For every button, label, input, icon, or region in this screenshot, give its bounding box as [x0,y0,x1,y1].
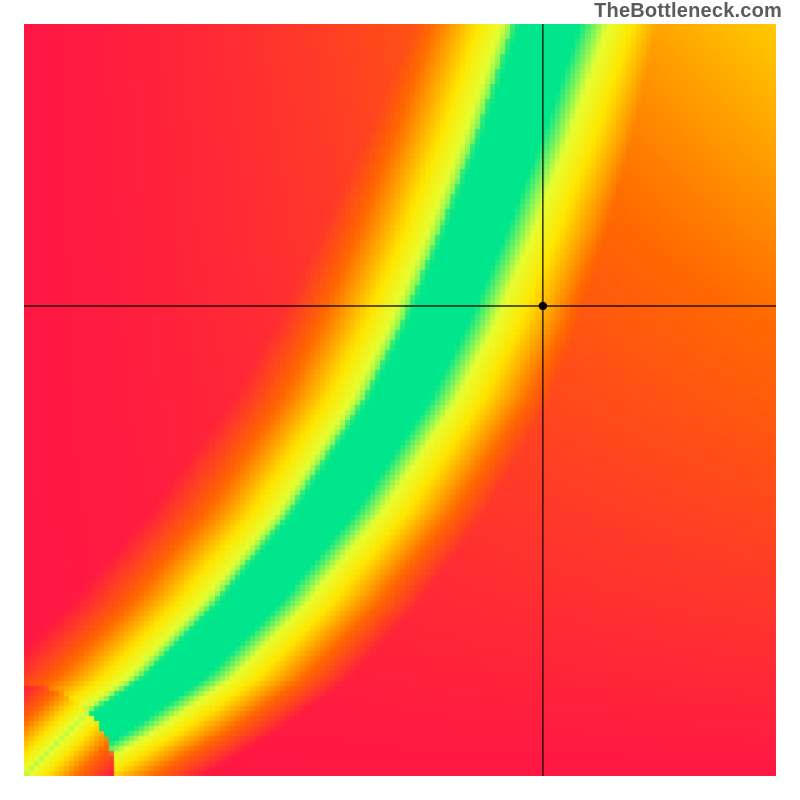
watermark-text: TheBottleneck.com [594,0,782,23]
chart-container: TheBottleneck.com [0,0,800,800]
bottleneck-heatmap [24,24,776,776]
